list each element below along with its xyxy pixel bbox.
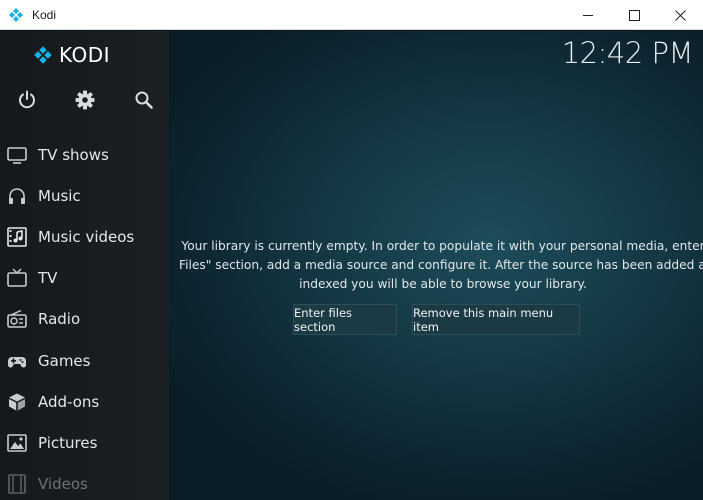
sidebar-nav: TV shows Music Music videos TV Radio Gam…	[0, 134, 169, 500]
sidebar-item-videos[interactable]: Videos	[0, 464, 169, 500]
sidebar-top-icons	[0, 89, 169, 113]
sidebar-item-label: TV shows	[38, 145, 109, 164]
sidebar-item-label: Music videos	[38, 227, 135, 246]
sidebar-item-games[interactable]: Games	[0, 340, 169, 381]
kodi-logo[interactable]: KODI	[33, 43, 110, 67]
film-icon	[8, 474, 26, 494]
sidebar: KODI TV shows Music Music videos TV Radi…	[0, 31, 169, 500]
sidebar-item-label: Music	[38, 186, 81, 205]
close-button[interactable]	[657, 0, 703, 30]
search-icon[interactable]	[133, 89, 155, 111]
sidebar-item-add-ons[interactable]: Add-ons	[0, 381, 169, 422]
window-controls	[565, 0, 703, 30]
message-line: indexed you will be able to browse your …	[299, 277, 587, 291]
box-icon	[9, 393, 25, 411]
main-content: 12:42 PM Your library is currently empty…	[169, 31, 703, 500]
sidebar-item-music-videos[interactable]: Music videos	[0, 216, 169, 257]
headphones-icon	[9, 187, 25, 204]
radio-icon	[7, 310, 27, 329]
gamepad-icon	[8, 356, 26, 368]
sidebar-item-label: Pictures	[38, 433, 98, 452]
maximize-icon	[628, 9, 640, 21]
minimize-icon	[582, 14, 593, 16]
music-video-icon	[7, 227, 27, 247]
sidebar-item-label: Radio	[38, 310, 81, 329]
sidebar-item-label: TV	[38, 269, 58, 288]
sidebar-item-pictures[interactable]: Pictures	[0, 422, 169, 463]
sidebar-item-label: Add-ons	[38, 392, 100, 411]
sidebar-item-label: Games	[38, 351, 91, 370]
window-title-bar[interactable]: Kodi	[0, 0, 703, 30]
clock: 12:42 PM	[561, 36, 694, 70]
message-line: Files" section, add a media source and c…	[179, 258, 703, 272]
sidebar-item-music[interactable]: Music	[0, 175, 169, 216]
sidebar-item-tv-shows[interactable]: TV shows	[0, 134, 169, 175]
close-icon	[674, 9, 686, 21]
maximize-button[interactable]	[611, 0, 657, 30]
power-icon[interactable]	[16, 89, 38, 111]
sidebar-item-label: Videos	[38, 475, 88, 494]
sidebar-item-tv[interactable]: TV	[0, 258, 169, 299]
kodi-logo-text: KODI	[59, 43, 111, 67]
live-tv-icon	[7, 268, 27, 287]
kodi-logo-icon	[9, 7, 23, 22]
message-line: Your library is currently empty. In orde…	[181, 239, 703, 253]
picture-icon	[7, 434, 27, 452]
sidebar-item-radio[interactable]: Radio	[0, 299, 169, 340]
tv-icon	[7, 146, 27, 164]
empty-library-message: Your library is currently empty. In orde…	[179, 237, 703, 294]
gear-icon[interactable]	[74, 89, 96, 111]
window-title: Kodi	[32, 7, 57, 22]
remove-menu-item-button[interactable]: Remove this main menu item	[412, 304, 580, 335]
kodi-logo-icon	[34, 46, 52, 64]
enter-files-section-button[interactable]: Enter files section	[293, 304, 397, 335]
minimize-button[interactable]	[565, 0, 611, 30]
